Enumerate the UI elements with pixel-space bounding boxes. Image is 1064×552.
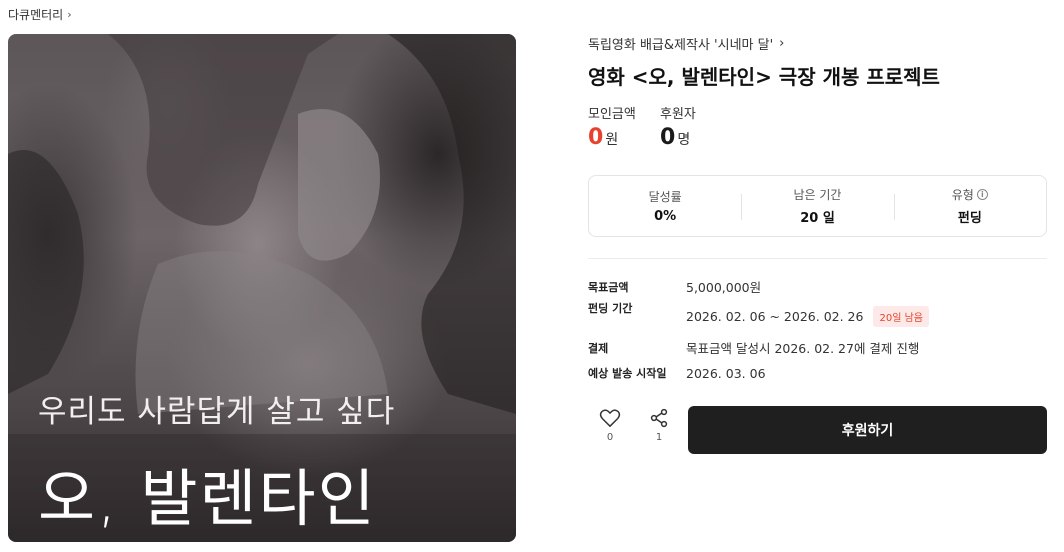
poster-tagline: 우리도 사람답게 살고 싶다: [38, 394, 396, 430]
share-button[interactable]: 1: [641, 408, 677, 443]
like-button[interactable]: 0: [592, 408, 628, 443]
detail-delivery: 예상 발송 시작일 2026. 03. 06: [588, 365, 766, 381]
breadcrumb-label: 다큐멘터리: [8, 8, 64, 22]
funding-type-label-wrap: 유형 i: [952, 186, 988, 203]
chevron-right-icon: ›: [779, 36, 785, 51]
breadcrumb[interactable]: 다큐멘터리 ›: [8, 6, 72, 23]
raised-value: 0: [588, 125, 604, 150]
payment-value: 목표금액 달성시 2026. 02. 27에 결제 진행: [686, 341, 920, 356]
raised-label: 모인금액: [588, 107, 636, 122]
detail-period: 펀딩 기간 2026. 02. 06 ~ 2026. 02. 26 20일 남음: [588, 302, 929, 327]
funding-summary: 달성률 0% 남은 기간 20 일 유형 i 펀딩: [588, 175, 1047, 237]
funding-type-value: 펀딩: [957, 211, 982, 226]
goal-label: 목표금액: [588, 280, 629, 294]
creator-link[interactable]: 독립영화 배급&제작사 '시네마 달' ›: [588, 34, 784, 53]
backers-value: 0: [660, 125, 676, 150]
detail-goal: 목표금액 5,000,000원: [588, 277, 761, 296]
achievement-rate-value: 0%: [654, 209, 677, 224]
raised-unit: 원: [605, 132, 619, 148]
remaining-period-label: 남은 기간: [793, 188, 842, 202]
funding-type: 유형 i 펀딩: [893, 176, 1046, 236]
remaining-days-badge: 20일 남음: [873, 306, 929, 327]
share-icon: [650, 408, 668, 428]
heart-icon: [599, 409, 621, 427]
remaining-period: 남은 기간 20 일: [741, 176, 893, 236]
info-icon[interactable]: i: [976, 189, 988, 200]
delivery-label: 예상 발송 시작일: [588, 367, 667, 380]
raised-amount: 0 원: [588, 125, 618, 150]
divider: [588, 258, 1047, 259]
remaining-period-value: 20 일: [800, 211, 835, 226]
poster-title: 오, 발렌타인: [38, 462, 377, 535]
like-count: 0: [606, 432, 614, 443]
achievement-rate-label: 달성률: [648, 190, 682, 204]
delivery-value: 2026. 03. 06: [686, 365, 766, 381]
creator-name: 독립영화 배급&제작사 '시네마 달': [588, 38, 774, 53]
backers-label: 후원자: [660, 107, 696, 122]
support-button[interactable]: 후원하기: [688, 406, 1047, 454]
period-value: 2026. 02. 06 ~ 2026. 02. 26: [686, 309, 864, 324]
payment-label: 결제: [588, 341, 609, 355]
period-label: 펀딩 기간: [588, 302, 633, 315]
project-title: 영화 <오, 발렌타인> 극장 개봉 프로젝트: [588, 65, 940, 89]
funding-type-label: 유형: [951, 188, 974, 202]
backers-count: 0 명: [660, 125, 690, 150]
poster-image: 우리도 사람답게 살고 싶다 오, 발렌타인: [8, 34, 516, 542]
chevron-right-icon: ›: [67, 8, 72, 21]
backers-unit: 명: [677, 132, 691, 148]
achievement-rate: 달성률 0%: [589, 176, 741, 236]
detail-payment: 결제 목표금액 달성시 2026. 02. 27에 결제 진행: [588, 338, 919, 357]
goal-value: 5,000,000원: [686, 280, 762, 295]
share-count: 1: [655, 432, 663, 443]
